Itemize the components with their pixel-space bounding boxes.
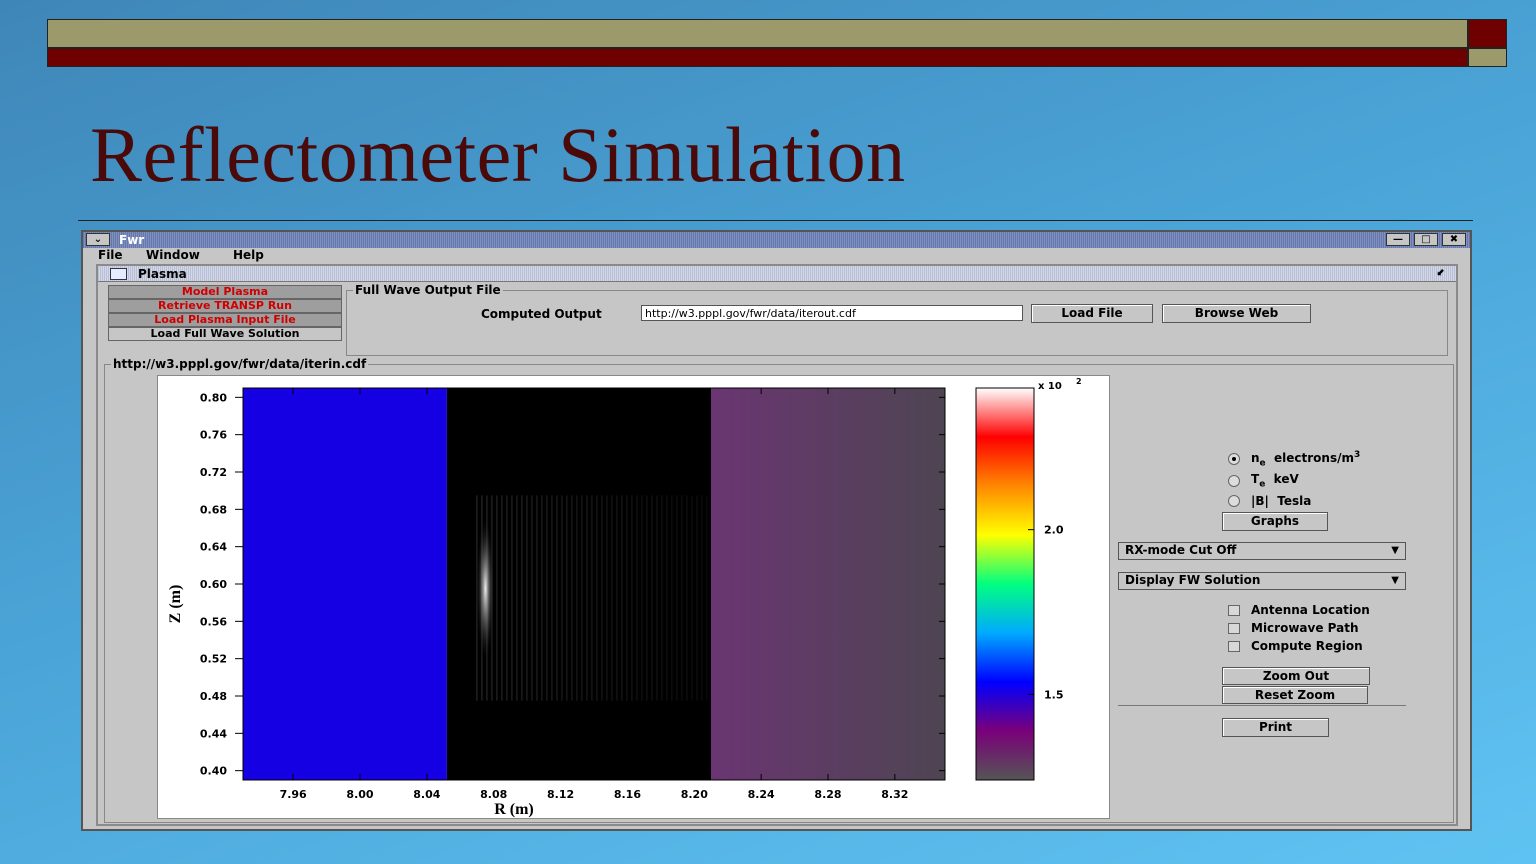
- computed-output-field[interactable]: http://w3.pppl.gov/fwr/data/iterout.cdf: [641, 305, 1023, 321]
- plot-group: http://w3.pppl.gov/fwr/data/iterin.cdf 7…: [104, 357, 1454, 823]
- colorbar-multiplier-exponent: 2: [1076, 377, 1082, 386]
- chevron-down-icon: ▼: [1391, 575, 1399, 586]
- window-menu-icon[interactable]: ⌄: [86, 233, 110, 246]
- y-tick-label: 0.60: [200, 578, 227, 591]
- antenna-location-label: Antenna Location: [1251, 603, 1370, 617]
- menu-file[interactable]: File: [98, 248, 123, 262]
- y-tick-label: 0.40: [200, 765, 227, 778]
- frame-window-icon: [110, 268, 127, 280]
- x-tick-label: 8.00: [346, 788, 373, 801]
- mode-select[interactable]: RX-mode Cut Off ▼: [1118, 542, 1406, 560]
- heatmap-chart: 7.96 8.00 8.04 8.08 8.12 8.16 8.20 8.24 8.28 8.32…: [167, 377, 1082, 818]
- x-tick-label: 8.32: [881, 788, 908, 801]
- x-axis-label: R (m): [494, 801, 534, 818]
- tab-load-full-wave-solution[interactable]: Load Full Wave Solution: [108, 327, 342, 341]
- radio-electron-density[interactable]: [1228, 453, 1240, 465]
- slide-title: Reflectometer Simulation: [90, 111, 906, 198]
- title-divider: [78, 220, 1473, 221]
- frame-maximize-icon[interactable]: ⬋: [1432, 267, 1450, 280]
- chevron-down-icon: ▼: [1391, 545, 1399, 556]
- plasma-internal-frame: Plasma ⬋ Model Plasma Retrieve TRANSP Ru…: [96, 264, 1458, 826]
- y-tick-label: 0.68: [200, 503, 227, 516]
- x-tick-label: 8.24: [748, 788, 775, 801]
- tab-load-plasma-input-file[interactable]: Load Plasma Input File: [108, 313, 342, 327]
- x-tick-label: 8.20: [681, 788, 708, 801]
- radio-electron-temperature-label: Te keV: [1251, 472, 1299, 490]
- microwave-path-label: Microwave Path: [1251, 621, 1359, 635]
- x-tick-label: 8.04: [413, 788, 440, 801]
- app-window: ⌄ Fwr — □ ✖ File Window Help Plasma ⬋ Mo…: [81, 230, 1472, 831]
- y-tick-label: 0.48: [200, 690, 227, 703]
- x-tick-label: 7.96: [280, 788, 307, 801]
- radio-electron-density-label: ne electrons/m3: [1251, 450, 1361, 469]
- plot-canvas[interactable]: 7.96 8.00 8.04 8.08 8.12 8.16 8.20 8.24 8.28 8.32…: [157, 375, 1110, 819]
- reset-zoom-button[interactable]: Reset Zoom: [1222, 686, 1368, 704]
- header-bar-bottom: [47, 48, 1468, 67]
- compute-region-checkbox[interactable]: [1228, 641, 1240, 652]
- antenna-location-checkbox[interactable]: [1228, 605, 1240, 616]
- colorbar-tick-label: 2.0: [1044, 524, 1064, 537]
- x-tick-label: 8.28: [814, 788, 841, 801]
- y-axis-label: Z (m): [167, 585, 184, 624]
- heatmap-region-plasma: [711, 388, 945, 780]
- menu-help[interactable]: Help: [233, 248, 264, 262]
- header-square-bottom: [1468, 48, 1507, 67]
- plasma-frame-titlebar[interactable]: Plasma ⬋: [98, 266, 1456, 282]
- load-file-button[interactable]: Load File: [1031, 304, 1153, 323]
- heatmap-region-vacuum: [243, 388, 447, 780]
- close-icon[interactable]: ✖: [1442, 233, 1466, 246]
- colorbar-tick-label: 1.5: [1044, 688, 1064, 701]
- menu-window[interactable]: Window: [146, 248, 200, 262]
- window-titlebar[interactable]: ⌄ Fwr — □ ✖: [83, 232, 1470, 248]
- browse-web-button[interactable]: Browse Web: [1162, 304, 1311, 323]
- y-tick-label: 0.80: [200, 391, 227, 404]
- microwave-path-checkbox[interactable]: [1228, 623, 1240, 634]
- radio-magnetic-field[interactable]: [1228, 495, 1240, 507]
- maximize-icon[interactable]: □: [1414, 233, 1438, 246]
- print-button[interactable]: Print: [1222, 718, 1329, 737]
- window-title: Fwr: [119, 233, 145, 247]
- full-wave-output-group: Full Wave Output File Computed Output ht…: [346, 283, 1448, 356]
- y-tick-label: 0.76: [200, 429, 227, 442]
- minimize-icon[interactable]: —: [1386, 233, 1410, 246]
- x-tick-label: 8.08: [480, 788, 507, 801]
- tab-model-plasma[interactable]: Model Plasma: [108, 285, 342, 299]
- compute-region-label: Compute Region: [1251, 639, 1363, 653]
- radio-magnetic-field-label: |B| Tesla: [1251, 494, 1312, 508]
- y-tick-label: 0.72: [200, 466, 227, 479]
- y-tick-label: 0.44: [200, 727, 227, 740]
- plot-group-legend: http://w3.pppl.gov/fwr/data/iterin.cdf: [111, 357, 369, 371]
- display-select[interactable]: Display FW Solution ▼: [1118, 572, 1406, 590]
- graphs-button[interactable]: Graphs: [1222, 512, 1328, 531]
- controls-divider: [1118, 705, 1406, 706]
- x-tick-label: 8.16: [614, 788, 641, 801]
- radio-electron-temperature[interactable]: [1228, 475, 1240, 487]
- menubar: File Window Help: [83, 248, 1470, 264]
- mode-select-value: RX-mode Cut Off: [1125, 543, 1237, 557]
- y-tick-label: 0.52: [200, 653, 227, 666]
- header-bar-top: [47, 19, 1468, 48]
- computed-output-label: Computed Output: [481, 307, 602, 321]
- zoom-out-button[interactable]: Zoom Out: [1222, 667, 1370, 685]
- y-tick-label: 0.56: [200, 615, 227, 628]
- y-tick-label: 0.64: [200, 541, 227, 554]
- tab-retrieve-transp-run[interactable]: Retrieve TRANSP Run: [108, 299, 342, 313]
- colorbar: [975, 387, 1035, 781]
- display-select-value: Display FW Solution: [1125, 573, 1261, 587]
- x-tick-label: 8.12: [547, 788, 574, 801]
- full-wave-output-legend: Full Wave Output File: [353, 283, 503, 297]
- header-square-top: [1468, 19, 1507, 48]
- plasma-frame-title: Plasma: [138, 267, 187, 281]
- colorbar-multiplier: x 10: [1038, 381, 1062, 392]
- wave-peak: [476, 513, 495, 664]
